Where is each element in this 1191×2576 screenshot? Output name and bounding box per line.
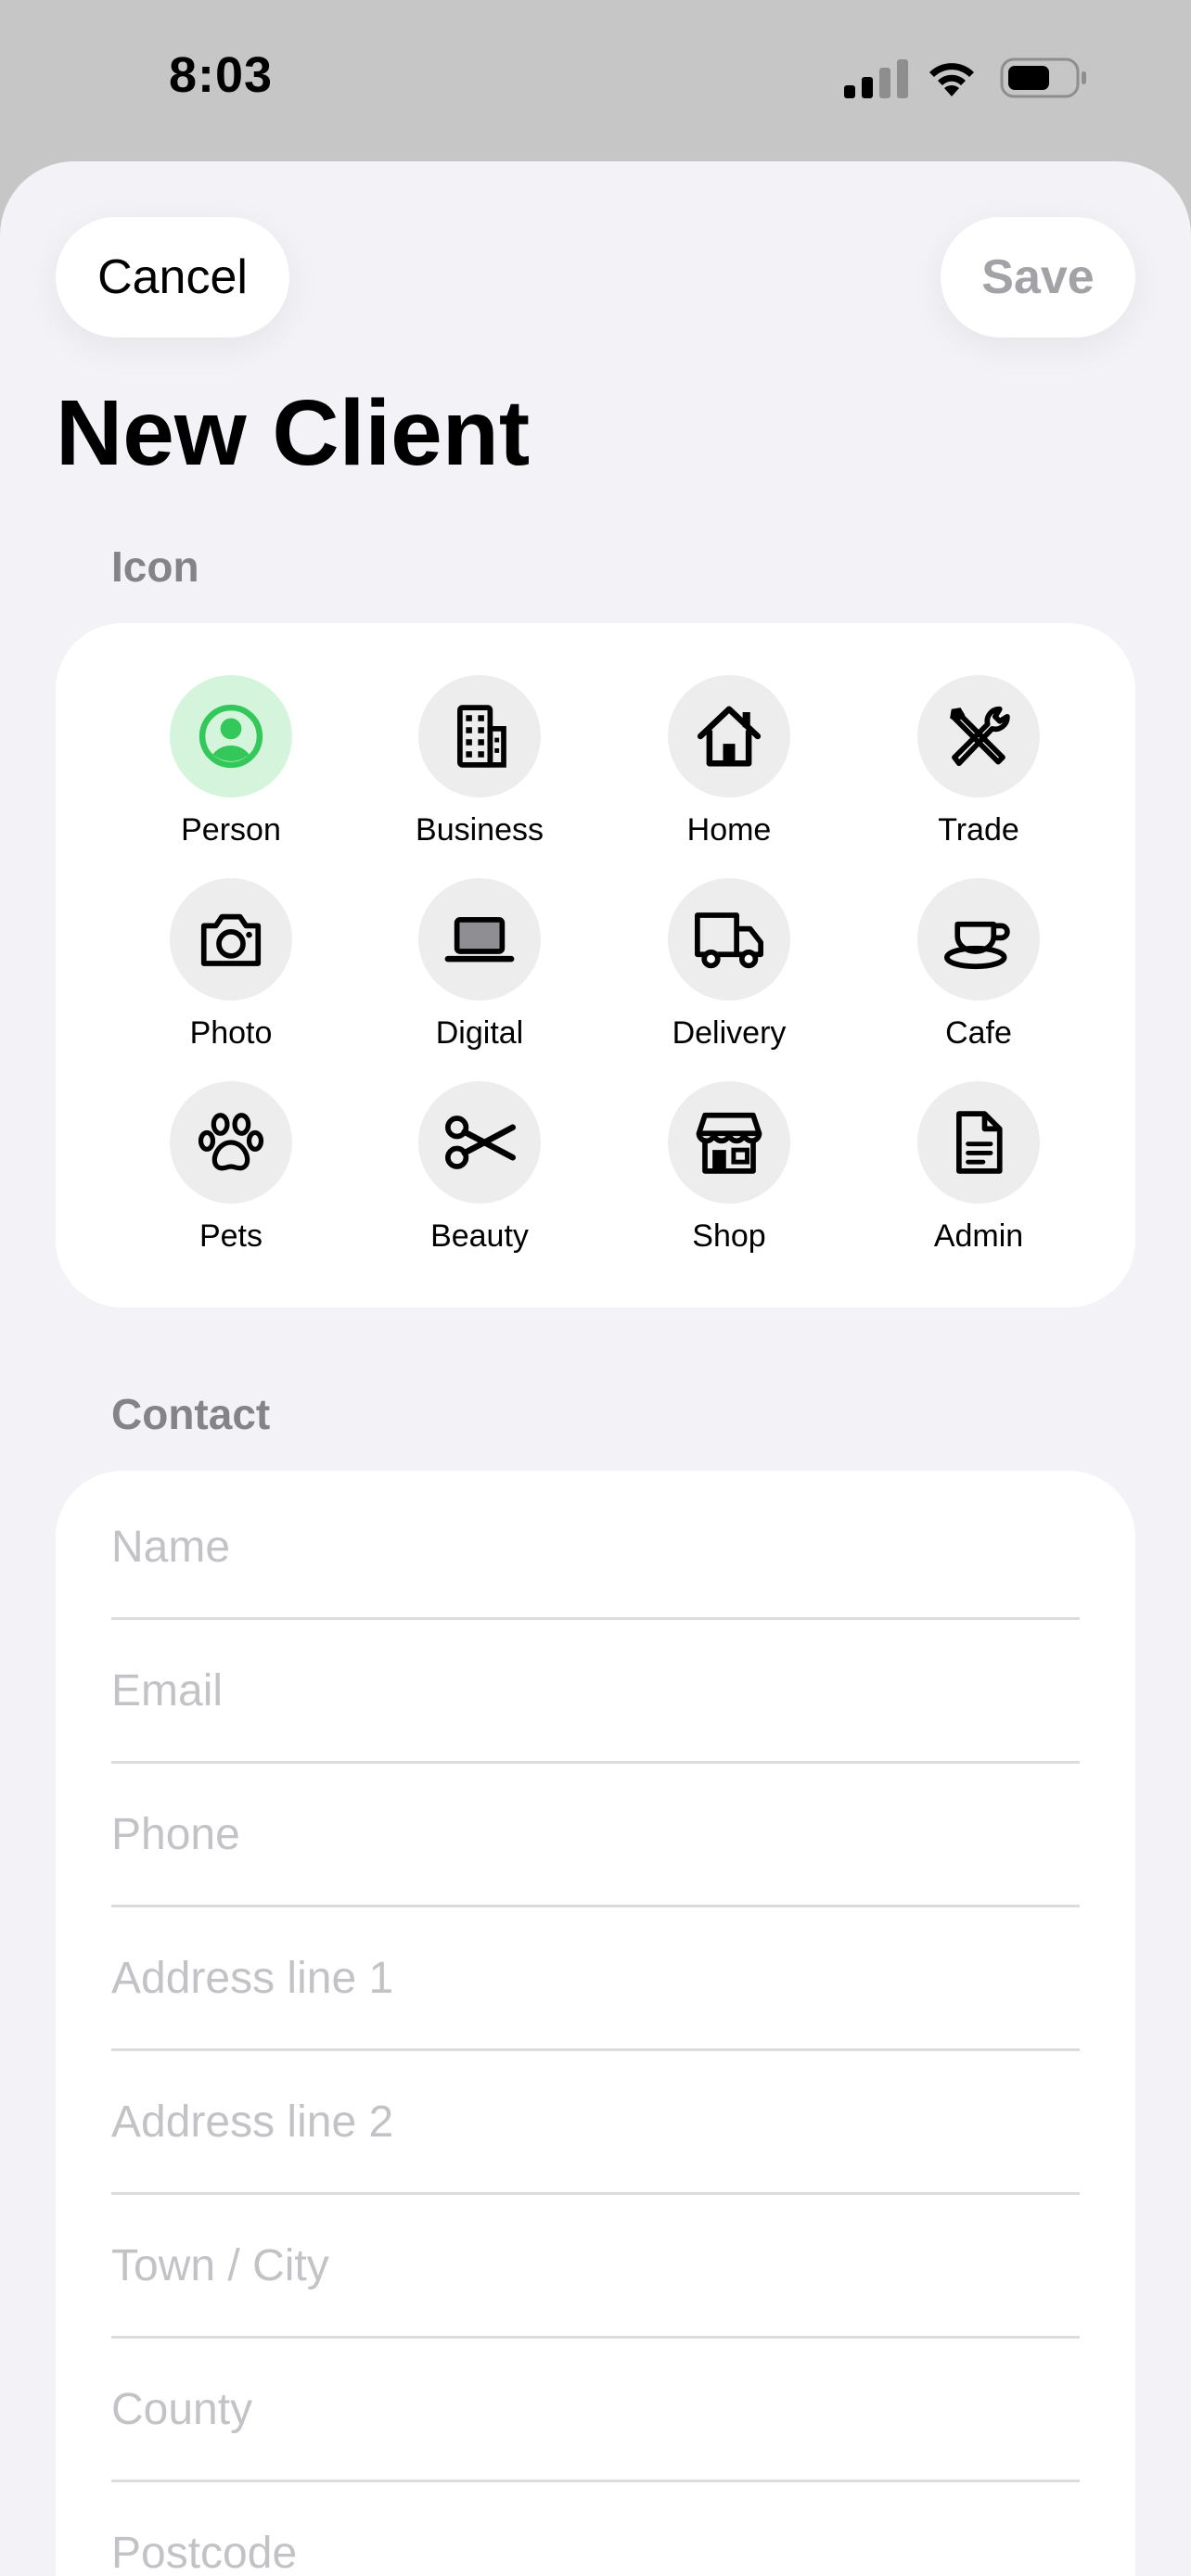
county-input[interactable] xyxy=(111,2339,1080,2480)
person-icon xyxy=(198,704,263,769)
icon-option-label: Digital xyxy=(435,1015,524,1051)
icon-option-trade[interactable]: Trade xyxy=(877,675,1081,861)
battery-icon xyxy=(1000,57,1086,98)
icon-option-label: Person xyxy=(181,812,281,848)
icon-option-label: Delivery xyxy=(672,1015,787,1051)
icon-option-label: Business xyxy=(416,812,544,848)
icon-option-photo[interactable]: Photo xyxy=(129,878,333,1064)
address-line-1-input[interactable] xyxy=(111,1907,1080,2048)
page-title: New Client xyxy=(56,381,531,485)
house-icon xyxy=(697,706,762,767)
truck-icon xyxy=(695,912,763,969)
icon-option-label: Admin xyxy=(933,1218,1024,1254)
cup-icon xyxy=(944,921,1010,970)
name-input[interactable] xyxy=(111,1476,1080,1617)
phone-field xyxy=(111,1764,1135,1907)
icon-option-circle xyxy=(170,878,292,1001)
address-line-1-field xyxy=(111,1907,1135,2051)
icon-option-circle xyxy=(668,878,790,1001)
icon-option-cafe[interactable]: Cafe xyxy=(877,878,1081,1064)
postcode-field xyxy=(111,2482,1135,2576)
icon-option-label: Pets xyxy=(198,1218,263,1254)
new-client-sheet: Cancel Save New Client Icon Person Busin… xyxy=(0,161,1191,2576)
icon-section-label: Icon xyxy=(111,542,199,591)
wifi-icon xyxy=(929,63,974,96)
document-icon xyxy=(956,1111,1003,1174)
icon-option-circle xyxy=(917,878,1040,1001)
laptop-icon xyxy=(444,917,515,963)
icon-option-circle xyxy=(170,1081,292,1204)
town-city-field xyxy=(111,2195,1135,2339)
camera-icon xyxy=(200,913,262,966)
postcode-input[interactable] xyxy=(111,2482,1080,2576)
storefront-icon xyxy=(696,1112,762,1174)
icon-option-home[interactable]: Home xyxy=(627,675,831,861)
icon-option-delivery[interactable]: Delivery xyxy=(627,878,831,1064)
icon-option-beauty[interactable]: Beauty xyxy=(378,1081,582,1267)
building-icon xyxy=(457,705,506,768)
name-field xyxy=(111,1476,1135,1620)
scissors-icon xyxy=(445,1116,516,1169)
cancel-button[interactable]: Cancel xyxy=(56,217,289,338)
contact-section-label: Contact xyxy=(111,1390,271,1438)
email-input[interactable] xyxy=(111,1620,1080,1761)
icon-option-admin[interactable]: Admin xyxy=(877,1081,1081,1267)
paw-icon xyxy=(198,1113,264,1171)
icon-option-circle xyxy=(668,1081,790,1204)
icon-option-circle xyxy=(418,675,541,797)
icon-option-label: Beauty xyxy=(430,1218,529,1254)
icon-option-label: Trade xyxy=(938,812,1019,848)
icon-option-label: Photo xyxy=(189,1015,273,1051)
icon-picker-card: Person Business Home Trade Photo Digital… xyxy=(56,623,1135,1307)
icon-option-circle xyxy=(917,1081,1040,1204)
signal-icon xyxy=(844,59,908,98)
icon-option-label: Home xyxy=(686,812,772,848)
icon-option-pets[interactable]: Pets xyxy=(129,1081,333,1267)
status-time: 8:03 xyxy=(169,47,274,103)
phone-input[interactable] xyxy=(111,1764,1080,1905)
county-field xyxy=(111,2339,1135,2482)
icon-grid: Person Business Home Trade Photo Digital… xyxy=(56,623,1135,1307)
status-bar: 8:03 xyxy=(0,0,1191,158)
tools-icon xyxy=(950,706,1010,767)
contact-form-card xyxy=(56,1471,1135,2576)
icon-option-digital[interactable]: Digital xyxy=(378,878,582,1064)
icon-option-shop[interactable]: Shop xyxy=(627,1081,831,1267)
icon-option-label: Cafe xyxy=(945,1015,1012,1051)
town-city-input[interactable] xyxy=(111,2195,1080,2336)
icon-option-circle xyxy=(917,675,1040,797)
icon-option-person[interactable]: Person xyxy=(129,675,333,861)
email-field xyxy=(111,1620,1135,1764)
icon-option-circle xyxy=(418,878,541,1001)
address-line-2-field xyxy=(111,2051,1135,2195)
address-line-2-input[interactable] xyxy=(111,2051,1080,2192)
icon-option-circle xyxy=(418,1081,541,1204)
save-button[interactable]: Save xyxy=(941,217,1135,338)
icon-option-label: Shop xyxy=(692,1218,766,1254)
icon-option-circle xyxy=(668,675,790,797)
icon-option-circle xyxy=(170,675,292,797)
icon-option-business[interactable]: Business xyxy=(378,675,582,861)
